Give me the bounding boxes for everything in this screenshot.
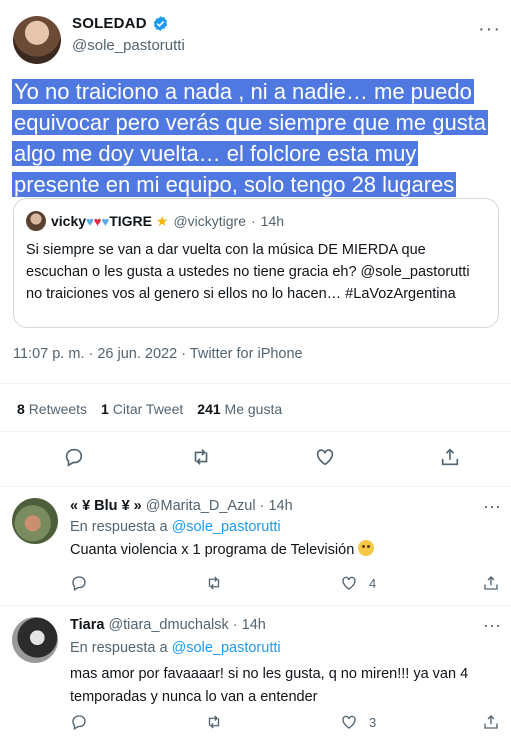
tweet-text: Yo no traiciono a nada , ni a nadie… me … — [12, 76, 498, 200]
retweet-icon[interactable] — [205, 713, 223, 731]
like-count: 3 — [369, 715, 377, 730]
quoted-name-prefix: vicky — [51, 212, 87, 229]
quotes-stat[interactable]: 1 Citar Tweet — [101, 401, 183, 417]
reply-action-bar: 4 — [0, 574, 511, 594]
in-reply-to: En respuesta a @sole_pastorutti — [70, 519, 281, 535]
tweet-text-content: Yo no traiciono a nada , ni a nadie… me … — [12, 79, 489, 197]
in-reply-prefix: En respuesta a — [70, 519, 168, 535]
in-reply-to: En respuesta a @sole_pastorutti — [70, 640, 281, 656]
mention-link[interactable]: @sole_pastorutti — [172, 640, 281, 656]
verified-badge-icon — [153, 16, 167, 31]
tweet-stats: 8 Retweets 1 Citar Tweet 241 Me gusta — [17, 401, 282, 417]
reply-time[interactable]: · 14h — [233, 617, 266, 633]
quoted-separator: · — [251, 213, 256, 229]
share-icon[interactable] — [439, 446, 461, 468]
quotes-count: 1 — [101, 401, 109, 417]
quoted-tweet-header: vicky♥♥♥TIGRE ★ @vickytigre · 14h — [26, 211, 284, 231]
avatar[interactable] — [12, 498, 58, 544]
quoted-tweet-text: Si siempre se van a dar vuelta con la mú… — [26, 242, 470, 302]
more-options-icon[interactable]: ··· — [483, 496, 501, 517]
reply-author-handle[interactable]: @tiara_dmuchalsk — [108, 617, 228, 633]
reply-text-content: Cuanta violencia x 1 programa de Televis… — [70, 542, 355, 558]
likes-label: Me gusta — [224, 401, 283, 417]
avatar[interactable] — [12, 617, 58, 663]
in-reply-prefix: En respuesta a — [70, 640, 168, 656]
retweet-icon[interactable] — [205, 574, 223, 592]
quoted-author-handle: @vickytigre — [173, 213, 246, 229]
retweets-stat[interactable]: 8 Retweets — [17, 401, 87, 417]
quotes-label: Citar Tweet — [112, 401, 184, 417]
tweet-timestamp[interactable]: 11:07 p. m. · 26 jun. 2022 · Twitter for… — [13, 346, 303, 362]
share-icon[interactable] — [482, 574, 500, 592]
reply-header: « ¥ Blu ¥ » @Marita_D_Azul · 14h — [70, 498, 293, 514]
like-count: 4 — [369, 576, 377, 591]
more-options-icon[interactable]: ··· — [478, 18, 501, 41]
quoted-tweet[interactable]: vicky♥♥♥TIGRE ★ @vickytigre · 14h Si sie… — [13, 198, 499, 328]
avatar[interactable] — [13, 16, 61, 64]
mention-link[interactable]: @sole_pastorutti — [172, 519, 281, 535]
likes-stat[interactable]: 241 Me gusta — [197, 401, 282, 417]
reply-icon[interactable] — [63, 446, 85, 468]
quoted-name-suffix: TIGRE — [109, 212, 152, 229]
share-icon[interactable] — [482, 713, 500, 731]
retweets-label: Retweets — [28, 401, 88, 417]
reply-author-name[interactable]: Tiara — [70, 617, 104, 633]
quoted-avatar — [26, 211, 46, 231]
tweet-header: SOLEDAD @sole_pastorutti ··· — [0, 0, 511, 72]
retweet-icon[interactable] — [190, 446, 212, 468]
divider — [0, 431, 511, 432]
divider — [0, 383, 511, 384]
reply-action-bar: 3 — [0, 713, 511, 733]
reply-time[interactable]: · 14h — [260, 498, 293, 514]
reply-author-name[interactable]: « ¥ Blu ¥ » — [70, 498, 142, 514]
reply-tweet[interactable]: Tiara @tiara_dmuchalsk · 14h ··· En resp… — [0, 605, 511, 741]
face-with-rolling-eyes-icon — [358, 540, 375, 556]
reply-tweet[interactable]: « ¥ Blu ¥ » @Marita_D_Azul · 14h ··· En … — [0, 486, 511, 598]
quoted-author-name: vicky♥♥♥TIGRE ★ — [51, 213, 168, 230]
more-options-icon[interactable]: ··· — [483, 615, 501, 636]
like-icon[interactable] — [340, 713, 358, 731]
like-icon[interactable] — [314, 446, 336, 468]
reply-text: Cuanta violencia x 1 programa de Televis… — [70, 539, 490, 562]
tweet-action-bar — [0, 446, 511, 474]
reply-icon[interactable] — [70, 574, 88, 592]
retweets-count: 8 — [17, 401, 25, 417]
reply-header: Tiara @tiara_dmuchalsk · 14h — [70, 617, 266, 633]
author-handle[interactable]: @sole_pastorutti — [72, 37, 185, 54]
blue-heart-icon: ♥ — [86, 213, 94, 229]
quoted-time: 14h — [260, 213, 285, 229]
star-icon: ★ — [155, 212, 169, 229]
reply-text: mas amor por favaaaar! si no les gusta, … — [70, 666, 469, 705]
reply-icon[interactable] — [70, 713, 88, 731]
likes-count: 241 — [197, 401, 221, 417]
reply-author-handle[interactable]: @Marita_D_Azul — [146, 498, 256, 514]
author-name-row: SOLEDAD — [72, 15, 169, 32]
like-icon[interactable] — [340, 574, 358, 592]
author-display-name[interactable]: SOLEDAD — [72, 15, 147, 32]
